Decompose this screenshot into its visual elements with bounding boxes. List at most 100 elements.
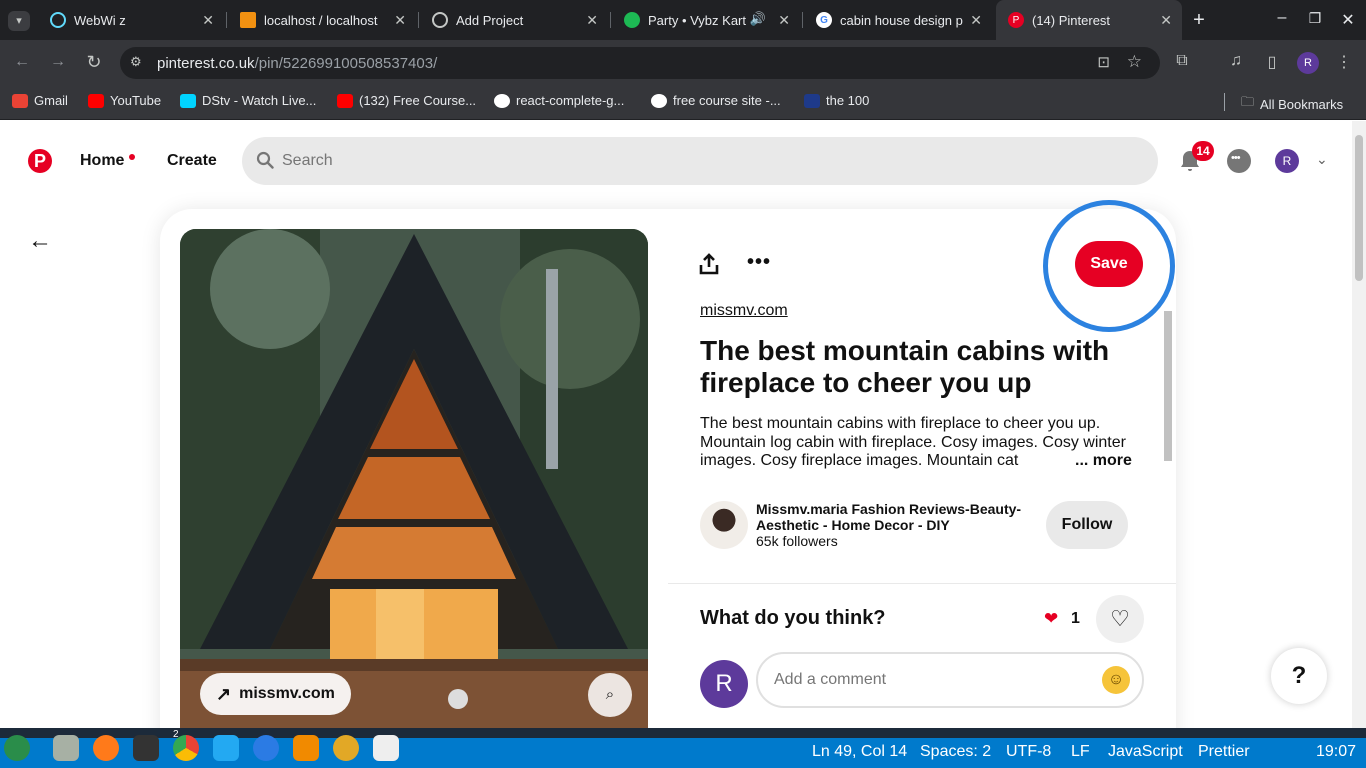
close-icon[interactable]: ✕ <box>778 12 790 29</box>
rhythmbox-icon[interactable] <box>333 735 359 761</box>
source-link-button[interactable]: ↗ missmv.com <box>200 673 351 715</box>
more-options-icon[interactable]: ••• <box>747 251 771 274</box>
bookmark-label: Gmail <box>34 93 68 108</box>
youtube-icon <box>337 93 353 108</box>
new-tab-icon[interactable]: + <box>1187 9 1211 32</box>
prettier-status[interactable]: Prettier <box>1198 743 1250 761</box>
details-scrollbar[interactable] <box>1162 305 1172 675</box>
description-more-link[interactable]: ... more <box>1073 452 1132 470</box>
all-bookmarks[interactable]: 🗀 All Bookmarks <box>1241 93 1343 115</box>
user-avatar[interactable]: R <box>1275 149 1299 173</box>
extensions-icon[interactable]: ⧉ <box>1170 52 1194 70</box>
speaker-icon[interactable]: 🔊 <box>750 11 766 27</box>
cursor-position[interactable]: Ln 49, Col 14 <box>812 743 907 761</box>
bookmark-star-icon[interactable]: ☆ <box>1127 52 1142 72</box>
close-icon[interactable]: ✕ <box>970 12 982 29</box>
maximize-icon[interactable]: ❐ <box>1303 10 1327 27</box>
dstv-icon <box>180 93 196 108</box>
save-highlight-ring <box>1043 200 1175 332</box>
vscode-icon[interactable] <box>213 735 239 761</box>
pin-image[interactable]: ↗ missmv.com ⌕ <box>180 229 648 728</box>
author-avatar[interactable] <box>700 501 748 549</box>
bookmark-react-complete[interactable]: react-complete-g... <box>494 93 624 108</box>
vlc-icon[interactable] <box>293 735 319 761</box>
menu-launcher-icon[interactable] <box>4 735 30 761</box>
google-icon <box>651 93 667 108</box>
tab-localhost[interactable]: localhost / localhost ✕ <box>228 0 416 40</box>
media-control-icon[interactable]: ♫ <box>1224 52 1248 70</box>
help-button[interactable]: ? <box>1271 648 1327 704</box>
profile-avatar[interactable]: R <box>1297 52 1319 74</box>
tab-google-search[interactable]: G cabin house design p ✕ <box>804 0 992 40</box>
emoji-picker-icon[interactable]: ☺ <box>1102 666 1130 694</box>
visual-search-icon[interactable]: ⌕ <box>588 673 632 717</box>
minimize-icon[interactable]: – <box>1270 9 1294 27</box>
page-scrollbar[interactable] <box>1352 121 1366 728</box>
window-close-icon[interactable]: ✕ <box>1336 10 1360 30</box>
search-icon <box>256 151 274 169</box>
side-panel-icon[interactable]: ▯ <box>1260 52 1284 72</box>
text-editor-icon[interactable] <box>373 735 399 761</box>
tab-add-project[interactable]: Add Project ✕ <box>420 0 608 40</box>
back-icon[interactable]: ← <box>10 53 34 71</box>
pinterest-page: P Home Create Search 14 R ⌄ ← <box>0 121 1366 728</box>
search-placeholder: Search <box>282 152 333 169</box>
tab-search-icon[interactable]: ▾ <box>8 11 30 31</box>
folder-icon: 🗀 <box>1241 94 1255 109</box>
comment-placeholder: Add a comment <box>774 671 887 688</box>
all-bookmarks-label: All Bookmarks <box>1260 96 1344 112</box>
pin-site-link[interactable]: missmv.com <box>700 302 788 320</box>
share-icon[interactable] <box>698 253 720 275</box>
close-icon[interactable]: ✕ <box>1160 12 1172 29</box>
url-host: pinterest.co.uk <box>157 54 255 72</box>
url-path: /pin/522699100508537403/ <box>254 54 438 72</box>
bookmark-gmail[interactable]: Gmail <box>12 93 68 108</box>
bookmark-label: react-complete-g... <box>516 93 625 108</box>
follow-button[interactable]: Follow <box>1046 501 1128 549</box>
close-icon[interactable]: ✕ <box>202 12 214 29</box>
indentation[interactable]: Spaces: 2 <box>920 743 991 761</box>
search-input[interactable]: Search <box>242 137 1158 185</box>
back-arrow-icon[interactable]: ← <box>28 227 52 255</box>
divider <box>668 583 1176 584</box>
install-icon[interactable]: ⊡ <box>1097 53 1110 71</box>
pin-title: The best mountain cabins with fireplace … <box>700 335 1110 398</box>
bookmark-label: (132) Free Course... <box>359 93 477 108</box>
menu-icon[interactable]: ⋮ <box>1332 52 1356 72</box>
terminal-icon[interactable] <box>133 735 159 761</box>
app-store-icon[interactable] <box>253 735 279 761</box>
site-info-icon[interactable]: ⚙ <box>130 54 142 70</box>
bookmark-youtube[interactable]: YouTube <box>88 93 161 108</box>
nav-create[interactable]: Create <box>167 152 217 170</box>
tab-title: Add Project <box>456 12 524 28</box>
gmail-icon <box>12 93 28 108</box>
pinterest-logo[interactable]: P <box>28 149 52 173</box>
bookmark-free-course[interactable]: (132) Free Course... <box>337 93 476 108</box>
nav-home[interactable]: Home <box>80 152 124 170</box>
firefox-icon[interactable] <box>93 735 119 761</box>
reload-icon[interactable]: ↻ <box>82 52 106 73</box>
messages-icon[interactable] <box>1227 149 1251 173</box>
bookmark-free-course-site[interactable]: free course site -... <box>651 93 781 108</box>
files-icon[interactable] <box>53 735 79 761</box>
author-name[interactable]: Missmv.maria Fashion Reviews-Beauty-Aest… <box>756 501 1026 533</box>
bookmark-the-100[interactable]: the 100 <box>804 93 869 108</box>
bookmark-label: free course site -... <box>673 93 781 108</box>
account-menu-chevron-icon[interactable]: ⌄ <box>1316 151 1328 168</box>
react-icon <box>50 12 66 28</box>
comment-input[interactable]: Add a comment ☺ <box>756 652 1144 708</box>
tab-pinterest[interactable]: P (14) Pinterest ✕ <box>996 0 1182 40</box>
pinterest-icon: P <box>1008 12 1024 28</box>
forward-icon[interactable]: → <box>46 53 70 71</box>
tab-spotify[interactable]: Party • Vybz Kart 🔊 ✕ <box>612 0 800 40</box>
line-ending[interactable]: LF <box>1071 743 1090 761</box>
close-icon[interactable]: ✕ <box>394 12 406 29</box>
react-heart-button[interactable]: ♡ <box>1096 595 1144 643</box>
language-mode[interactable]: JavaScript <box>1108 743 1183 761</box>
file-encoding[interactable]: UTF-8 <box>1006 743 1051 761</box>
clock: 19:07 <box>1316 743 1357 760</box>
tab-webwiz[interactable]: WebWi z ✕ <box>38 0 224 40</box>
close-icon[interactable]: ✕ <box>586 12 598 29</box>
bookmark-dstv[interactable]: DStv - Watch Live... <box>180 93 316 108</box>
address-bar[interactable]: ⚙ pinterest.co.uk/pin/522699100508537403… <box>120 47 1160 79</box>
